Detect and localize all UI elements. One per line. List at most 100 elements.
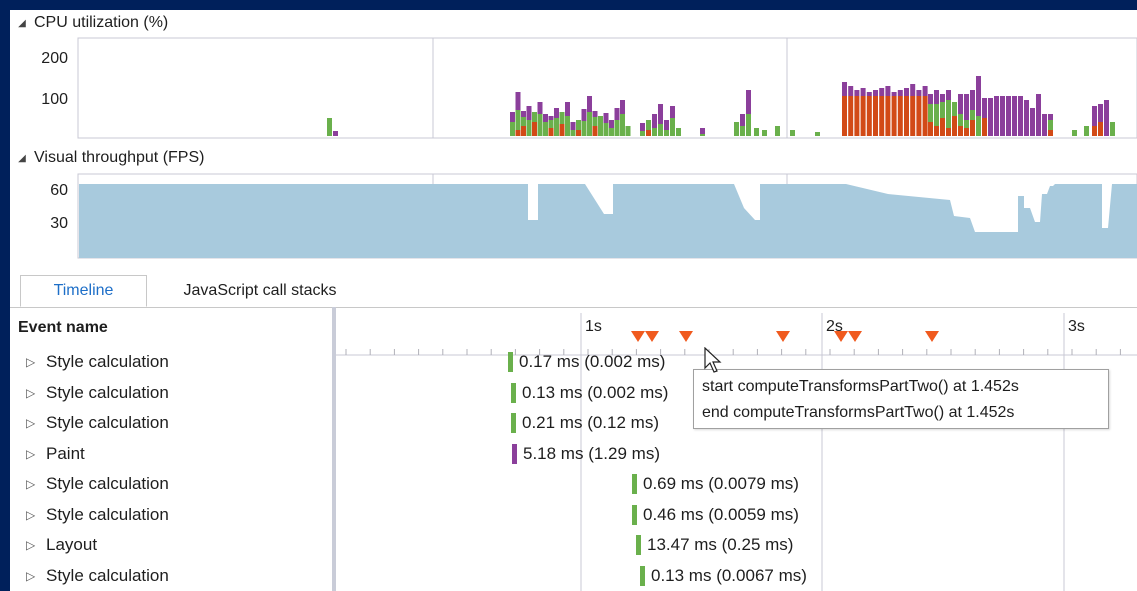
cpu-bar-segment: [958, 114, 963, 126]
cpu-bar-segment: [333, 131, 338, 136]
cpu-bar-segment: [664, 130, 669, 136]
cpu-bar-segment: [1072, 130, 1077, 136]
cpu-bar-segment: [603, 123, 609, 136]
event-duration-label: 5.18 ms (1.29 ms): [523, 443, 660, 463]
cpu-bar-segment: [559, 112, 565, 124]
duration-bar-mark: [508, 352, 513, 372]
cpu-bar-segment: [614, 120, 620, 136]
cpu-bar-segment: [988, 98, 993, 136]
event-name: Style calculation: [46, 413, 169, 432]
cpu-bar-segment: [873, 90, 878, 96]
event-duration-bar[interactable]: 5.18 ms (1.29 ms): [512, 441, 660, 467]
event-marker-icon: [776, 331, 790, 342]
cpu-bar-segment: [922, 96, 928, 136]
event-row[interactable]: ▷ Style calculation: [26, 471, 169, 497]
cpu-bar-segment: [570, 130, 576, 136]
cpu-bar-segment: [940, 118, 945, 136]
cpu-bar-segment: [700, 128, 705, 134]
cpu-utilization-chart[interactable]: 200 100: [10, 36, 1137, 140]
cpu-bar-segment: [854, 96, 860, 136]
cpu-bar-segment: [537, 114, 543, 136]
performance-panel: ◢ CPU utilization (%) 200 100 ◢ Visual th…: [10, 10, 1137, 591]
cpu-bar-segment: [854, 90, 860, 96]
cpu-bar-segment: [565, 116, 570, 136]
visual-throughput-chart[interactable]: 60 30: [10, 172, 1137, 260]
event-name-header[interactable]: Event name: [18, 319, 108, 337]
cpu-bar-segment: [940, 94, 945, 102]
event-duration-label: 0.69 ms (0.0079 ms): [643, 474, 799, 493]
cpu-bar-segment: [576, 120, 581, 130]
event-duration-label: 0.17 ms (0.002 ms): [519, 352, 666, 371]
cpu-bar-segment: [873, 96, 878, 136]
event-row[interactable]: ▷ Style calculation: [26, 410, 169, 436]
cpu-bar-segment: [521, 117, 526, 126]
event-row[interactable]: ▷ Style calculation: [26, 380, 169, 406]
event-duration-bar[interactable]: 13.47 ms (0.25 ms): [636, 532, 793, 558]
marker-tooltip: start computeTransformsPartTwo() at 1.45…: [693, 369, 1109, 429]
expand-triangle-icon[interactable]: ▷: [26, 508, 46, 522]
cpu-bar-segment: [620, 100, 625, 114]
cpu-bar-segment: [592, 126, 598, 136]
event-row[interactable]: ▷ Style calculation: [26, 349, 169, 375]
cpu-bar-segment: [970, 90, 975, 110]
cpu-bar-segment: [1012, 96, 1017, 136]
event-row[interactable]: ▷ Layout: [26, 532, 97, 558]
cpu-bar-segment: [581, 121, 587, 136]
cpu-bar-segment: [762, 130, 767, 136]
cpu-bar-segment: [928, 104, 933, 122]
cpu-bar-segment: [897, 96, 903, 136]
cpu-bar-segment: [587, 96, 592, 112]
cpu-bar-segment: [891, 96, 897, 136]
duration-bar-mark: [636, 535, 641, 555]
tab-timeline[interactable]: Timeline: [20, 275, 147, 307]
collapse-triangle-icon[interactable]: ◢: [10, 153, 34, 164]
event-duration-label: 0.46 ms (0.0059 ms): [643, 504, 799, 524]
cpu-bar-segment: [916, 96, 922, 136]
expand-triangle-icon[interactable]: ▷: [26, 477, 46, 491]
cpu-bar-segment: [537, 102, 543, 114]
tab-javascript-call-stacks[interactable]: JavaScript call stacks: [160, 275, 360, 307]
cpu-bar-segment: [548, 128, 554, 136]
expand-triangle-icon[interactable]: ▷: [26, 538, 46, 552]
cpu-bar-segment: [658, 104, 663, 124]
tooltip-end-line: end computeTransformsPartTwo() at 1.452s: [702, 404, 1015, 421]
cpu-bar-segment: [640, 131, 645, 136]
expand-triangle-icon[interactable]: ▷: [26, 386, 46, 400]
event-name: Paint: [46, 443, 85, 463]
cpu-bar-segment: [1048, 120, 1053, 130]
event-duration-bar[interactable]: 0.21 ms (0.12 ms): [511, 410, 659, 436]
expand-triangle-icon[interactable]: ▷: [26, 569, 46, 583]
cpu-section-header[interactable]: ◢ CPU utilization (%): [10, 11, 168, 35]
cpu-bar-segment: [548, 120, 554, 128]
cpu-bar-segment: [603, 113, 609, 123]
cpu-bar-segment: [1104, 100, 1109, 136]
event-duration-bar[interactable]: 0.46 ms (0.0059 ms): [632, 502, 799, 528]
expand-triangle-icon[interactable]: ▷: [26, 447, 46, 461]
cpu-bar-segment: [952, 116, 957, 136]
cpu-bar-segment: [970, 110, 975, 120]
event-name: Layout: [46, 535, 98, 554]
cpu-bar-segment: [746, 114, 751, 136]
event-marker-icon: [925, 331, 939, 342]
cpu-bar-segment: [526, 106, 532, 120]
cpu-bar-segment: [515, 110, 521, 130]
event-row[interactable]: ▷ Style calculation: [26, 563, 169, 589]
event-duration-bar[interactable]: 0.69 ms (0.0079 ms): [632, 471, 799, 497]
collapse-triangle-icon[interactable]: ◢: [10, 18, 34, 29]
event-name: Style calculation: [46, 474, 169, 493]
cpu-bar-segment: [670, 106, 675, 118]
duration-bar-mark: [512, 443, 517, 464]
fps-section-header[interactable]: ◢ Visual throughput (FPS): [10, 146, 204, 170]
cpu-bar-segment: [885, 96, 891, 136]
event-row[interactable]: ▷ Style calculation: [26, 502, 169, 528]
cpu-bar-segment: [982, 118, 987, 136]
event-duration-bar[interactable]: 0.13 ms (0.002 ms): [511, 380, 668, 406]
expand-triangle-icon[interactable]: ▷: [26, 416, 46, 430]
cpu-bar-segment: [964, 128, 969, 136]
ruler-label: 3s: [1068, 318, 1085, 335]
expand-triangle-icon[interactable]: ▷: [26, 355, 46, 369]
cpu-bar-segment: [327, 118, 332, 136]
event-duration-bar[interactable]: 0.13 ms (0.0067 ms): [640, 563, 807, 589]
event-duration-bar[interactable]: 0.17 ms (0.002 ms): [508, 349, 665, 375]
event-row[interactable]: ▷ Paint: [26, 441, 85, 467]
